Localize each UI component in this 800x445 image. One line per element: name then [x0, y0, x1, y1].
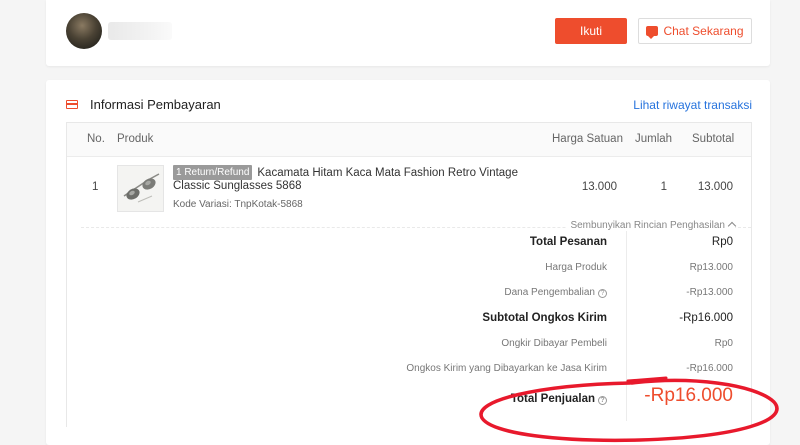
- help-icon[interactable]: ?: [598, 289, 607, 298]
- breakdown-row-shipping-subtotal: Subtotal Ongkos Kirim -Rp16.000: [67, 307, 751, 332]
- seller-name-redacted: [108, 22, 172, 40]
- payment-info-card: Informasi Pembayaran Lihat riwayat trans…: [46, 80, 770, 445]
- return-refund-badge: 1 Return/Refund: [173, 165, 253, 180]
- table-header: No. Produk Harga Satuan Jumlah Subtotal: [67, 123, 751, 157]
- hide-income-details-toggle[interactable]: Sembunyikan Rincian Penghasilan: [566, 220, 737, 231]
- total-sales-label: Total Penjualan?: [511, 393, 607, 405]
- col-subtotal: Subtotal: [692, 133, 735, 145]
- breakdown-label: Ongkir Dibayar Pembeli: [501, 338, 607, 349]
- section-title: Informasi Pembayaran: [90, 97, 221, 112]
- table-row: 1 1 Return/Refund Kacamata Hitam Kaca Mat…: [67, 157, 751, 219]
- chevron-up-icon: [727, 221, 737, 231]
- breakdown-value: -Rp13.000: [686, 287, 733, 298]
- total-sales-label-text: Total Penjualan: [510, 393, 595, 405]
- follow-button[interactable]: Ikuti: [555, 18, 627, 44]
- payment-table: No. Produk Harga Satuan Jumlah Subtotal …: [66, 122, 752, 427]
- col-qty: Jumlah: [635, 133, 673, 145]
- product-thumbnail[interactable]: [117, 165, 164, 212]
- help-icon[interactable]: ?: [598, 396, 607, 405]
- item-no: 1: [92, 181, 99, 193]
- col-no: No.: [87, 133, 105, 145]
- hide-income-details-label: Sembunyikan Rincian Penghasilan: [570, 220, 725, 231]
- sunglasses-image-icon: [118, 166, 163, 211]
- breakdown-label: Ongkos Kirim yang Dibayarkan ke Jasa Kir…: [406, 363, 607, 374]
- item-unit-price: 13.000: [581, 181, 617, 193]
- breakdown-label: Harga Produk: [545, 262, 607, 273]
- breakdown-row-product-price: Harga Produk Rp13.000: [67, 257, 751, 282]
- breakdown-value: -Rp16.000: [679, 312, 733, 324]
- payment-icon: [66, 100, 78, 109]
- breakdown-label-text: Dana Pengembalian: [504, 287, 595, 298]
- breakdown-value: Rp13.000: [689, 262, 733, 273]
- total-sales-value: -Rp16.000: [644, 385, 733, 406]
- breakdown-label: Subtotal Ongkos Kirim: [482, 312, 607, 324]
- seller-avatar[interactable]: [66, 13, 102, 49]
- transaction-history-link[interactable]: Lihat riwayat transaksi: [633, 98, 752, 112]
- breakdown-row-courier-shipping: Ongkos Kirim yang Dibayarkan ke Jasa Kir…: [67, 358, 751, 383]
- breakdown-value: Rp0: [714, 338, 733, 349]
- variant-code: Kode Variasi: TnpKotak-5868: [173, 199, 303, 210]
- item-subtotal: 13.000: [697, 181, 733, 193]
- breakdown-label: Total Pesanan: [529, 236, 607, 248]
- col-unit-price: Harga Satuan: [552, 133, 623, 145]
- col-product: Produk: [117, 133, 154, 145]
- breakdown-row-buyer-shipping: Ongkir Dibayar Pembeli Rp0: [67, 333, 751, 358]
- breakdown-value: -Rp16.000: [686, 363, 733, 374]
- item-qty: 1: [660, 181, 667, 193]
- breakdown-row-total-order: Total Pesanan Rp0: [67, 231, 751, 256]
- breakdown-row-refund: Dana Pengembalian? -Rp13.000: [67, 282, 751, 307]
- chat-now-label: Chat Sekarang: [663, 24, 744, 38]
- chat-icon: [646, 26, 659, 39]
- chat-now-button[interactable]: Chat Sekarang: [638, 18, 752, 44]
- breakdown-label: Dana Pengembalian?: [504, 287, 607, 298]
- breakdown-row-total-sales: Total Penjualan? -Rp16.000: [67, 385, 751, 417]
- seller-header-card: Ikuti Chat Sekarang: [46, 0, 770, 66]
- product-name[interactable]: 1 Return/Refund Kacamata Hitam Kaca Mata …: [173, 165, 523, 193]
- breakdown-value: Rp0: [711, 236, 733, 248]
